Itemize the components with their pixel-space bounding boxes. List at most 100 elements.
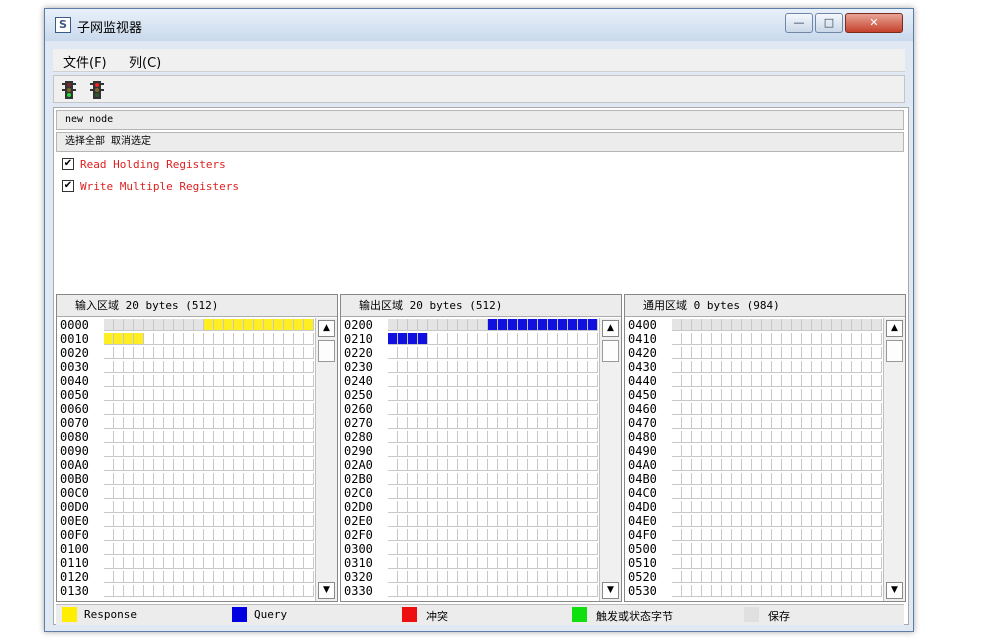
- register-cell[interactable]: [458, 515, 468, 527]
- register-cell[interactable]: [294, 375, 304, 387]
- register-cell[interactable]: [712, 473, 722, 485]
- register-cell[interactable]: [682, 347, 692, 359]
- register-cell[interactable]: [712, 529, 722, 541]
- register-cell[interactable]: [478, 459, 488, 471]
- register-cell[interactable]: [184, 487, 194, 499]
- register-cell[interactable]: [234, 417, 244, 429]
- register-cell[interactable]: [134, 389, 144, 401]
- register-cell[interactable]: [164, 529, 174, 541]
- register-cell[interactable]: [862, 333, 872, 345]
- register-cell[interactable]: [852, 431, 862, 443]
- register-cell[interactable]: [244, 557, 254, 569]
- register-cell[interactable]: [712, 417, 722, 429]
- register-cell[interactable]: [578, 557, 588, 569]
- register-cell[interactable]: [518, 431, 528, 443]
- output-area-scrollbar[interactable]: ▲ ▼: [599, 318, 621, 601]
- register-cell[interactable]: [518, 347, 528, 359]
- register-cell[interactable]: [752, 417, 762, 429]
- register-cell[interactable]: [274, 403, 284, 415]
- register-cell[interactable]: [104, 417, 114, 429]
- register-cell[interactable]: [114, 585, 124, 597]
- input-area-grid[interactable]: 0000 0010 0020 0030 0040 0050 0060 0070 0080 0090…: [58, 318, 314, 601]
- register-cell[interactable]: [762, 501, 772, 513]
- register-cell[interactable]: [578, 417, 588, 429]
- register-cell[interactable]: [284, 445, 294, 457]
- register-cell[interactable]: [832, 375, 842, 387]
- register-cell[interactable]: [832, 515, 842, 527]
- register-cell[interactable]: [154, 333, 164, 345]
- register-cell[interactable]: [578, 571, 588, 583]
- register-cell[interactable]: [722, 347, 732, 359]
- register-cell[interactable]: [458, 501, 468, 513]
- register-cell[interactable]: [588, 375, 598, 387]
- register-cell[interactable]: [154, 389, 164, 401]
- register-cell[interactable]: [782, 571, 792, 583]
- register-cell[interactable]: [174, 431, 184, 443]
- register-cell[interactable]: [872, 571, 882, 583]
- register-cell[interactable]: [154, 501, 164, 513]
- register-cell[interactable]: [478, 319, 488, 331]
- register-cell[interactable]: [832, 529, 842, 541]
- register-cell[interactable]: [802, 487, 812, 499]
- register-cell[interactable]: [578, 333, 588, 345]
- register-cell[interactable]: [304, 347, 314, 359]
- register-cell[interactable]: [792, 543, 802, 555]
- register-cell[interactable]: [214, 585, 224, 597]
- traffic-light-red-icon[interactable]: [90, 81, 104, 99]
- register-cell[interactable]: [294, 557, 304, 569]
- register-cell[interactable]: [702, 417, 712, 429]
- register-cell[interactable]: [498, 571, 508, 583]
- scroll-down-arrow-icon[interactable]: ▼: [318, 582, 335, 599]
- register-cell[interactable]: [712, 571, 722, 583]
- register-cell[interactable]: [802, 389, 812, 401]
- register-cell[interactable]: [822, 417, 832, 429]
- register-cell[interactable]: [722, 557, 732, 569]
- register-cell[interactable]: [284, 515, 294, 527]
- register-cell[interactable]: [254, 529, 264, 541]
- register-cell[interactable]: [134, 361, 144, 373]
- register-cell[interactable]: [702, 459, 712, 471]
- register-cell[interactable]: [104, 515, 114, 527]
- register-cell[interactable]: [832, 557, 842, 569]
- register-cell[interactable]: [508, 459, 518, 471]
- register-cell[interactable]: [448, 543, 458, 555]
- register-cell[interactable]: [732, 515, 742, 527]
- register-cell[interactable]: [722, 319, 732, 331]
- register-cell[interactable]: [548, 487, 558, 499]
- register-cell[interactable]: [742, 333, 752, 345]
- register-cell[interactable]: [304, 459, 314, 471]
- register-cell[interactable]: [518, 459, 528, 471]
- register-cell[interactable]: [488, 459, 498, 471]
- register-cell[interactable]: [498, 543, 508, 555]
- register-cell[interactable]: [418, 501, 428, 513]
- register-cell[interactable]: [174, 361, 184, 373]
- register-cell[interactable]: [862, 389, 872, 401]
- register-cell[interactable]: [478, 543, 488, 555]
- register-cell[interactable]: [682, 417, 692, 429]
- register-cell[interactable]: [448, 417, 458, 429]
- register-cell[interactable]: [538, 501, 548, 513]
- register-cell[interactable]: [448, 501, 458, 513]
- register-cell[interactable]: [294, 585, 304, 597]
- register-cell[interactable]: [862, 487, 872, 499]
- register-cell[interactable]: [498, 361, 508, 373]
- register-cell[interactable]: [224, 501, 234, 513]
- register-cell[interactable]: [224, 417, 234, 429]
- register-cell[interactable]: [862, 319, 872, 331]
- register-cell[interactable]: [388, 417, 398, 429]
- register-cell[interactable]: [702, 375, 712, 387]
- register-cell[interactable]: [408, 557, 418, 569]
- register-cell[interactable]: [134, 375, 144, 387]
- register-cell[interactable]: [712, 501, 722, 513]
- register-cell[interactable]: [822, 473, 832, 485]
- register-cell[interactable]: [174, 347, 184, 359]
- register-cell[interactable]: [154, 319, 164, 331]
- register-cell[interactable]: [388, 389, 398, 401]
- register-cell[interactable]: [124, 319, 134, 331]
- register-cell[interactable]: [134, 529, 144, 541]
- register-cell[interactable]: [578, 585, 588, 597]
- register-cell[interactable]: [438, 417, 448, 429]
- register-cell[interactable]: [204, 431, 214, 443]
- register-cell[interactable]: [154, 445, 164, 457]
- register-cell[interactable]: [852, 361, 862, 373]
